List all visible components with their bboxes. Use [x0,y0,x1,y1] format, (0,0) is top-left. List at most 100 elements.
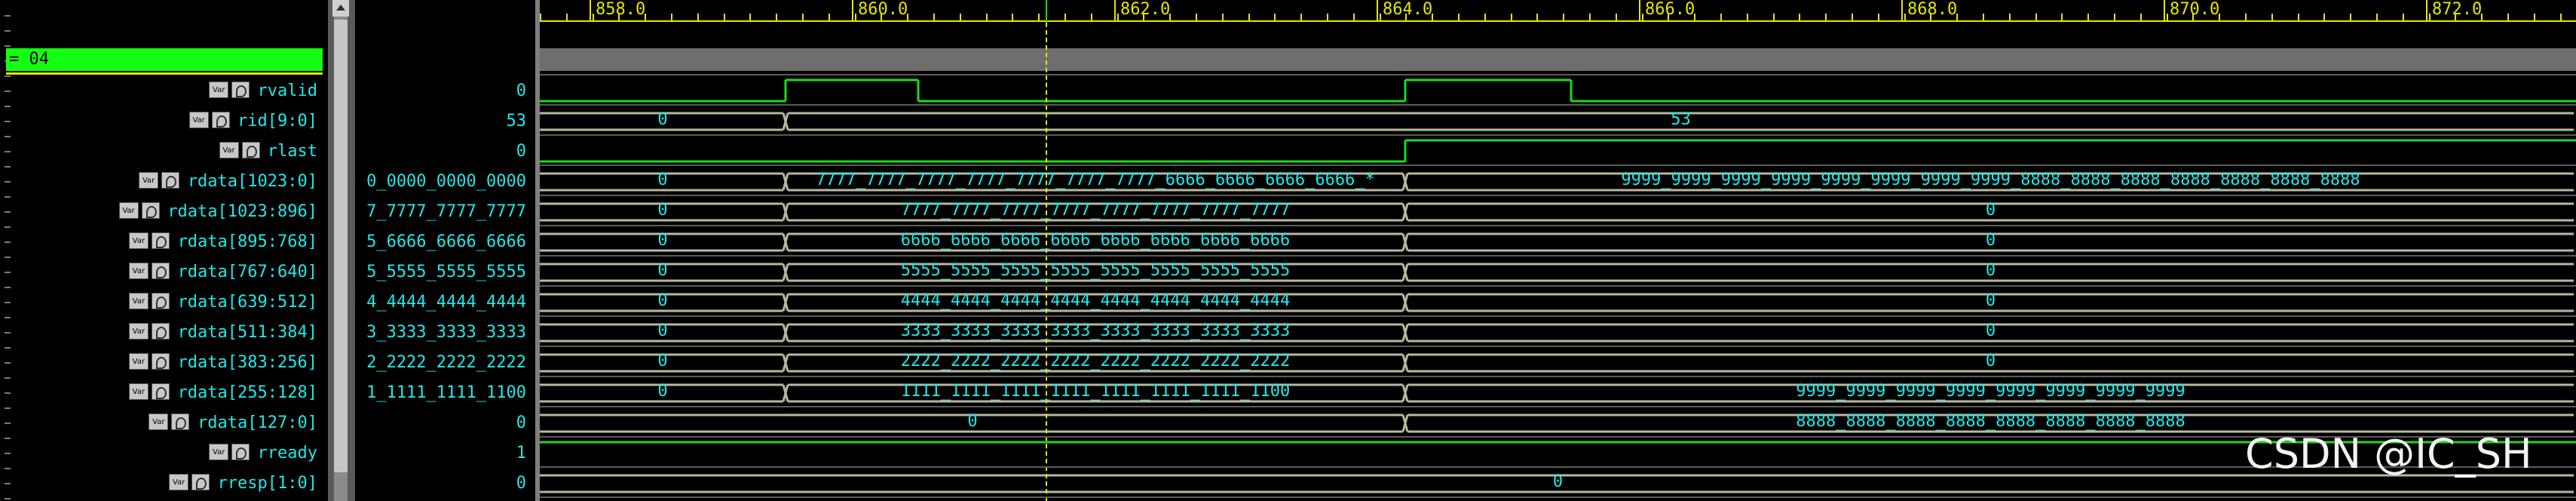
signal-icons: Var [219,142,260,160]
row-tick [5,196,11,198]
signal-row[interactable]: rresp[1:0] Var [15,469,323,498]
row-tick [5,136,11,137]
scroll-thumb[interactable] [334,20,348,472]
row-tick [5,121,11,122]
bus-value-label: 0 [1985,201,1996,220]
bus-value-label: 8888_8888_8888_8888_8888_8888_8888_8888 [1796,412,2185,431]
signal-icons: Var [128,323,170,341]
waveform-type-icon[interactable] [151,293,170,309]
variable-icon[interactable]: Var [128,323,149,340]
bus-value-label: 0 [657,321,668,340]
waveform-type-icon[interactable] [171,413,190,430]
signal-row[interactable]: rlast Var [15,137,323,166]
variable-icon[interactable]: Var [118,202,139,219]
waveform-type-icon[interactable] [151,323,170,340]
variable-icon[interactable]: Var [128,293,149,309]
signal-name: rdata[1023:896] [167,202,317,221]
signal-row[interactable]: rdata[511:384] Var [15,318,323,347]
variable-icon[interactable]: Var [209,444,229,460]
group-header[interactable]: = 04 [6,48,323,71]
waveform-type-icon[interactable] [151,232,170,249]
row-tick [5,151,11,152]
signal-name: rlast [267,142,317,161]
signal-row[interactable]: rdata[127:0] Var [15,409,323,438]
row-tick [5,407,11,409]
variable-icon[interactable]: Var [169,474,188,490]
variable-icon[interactable]: Var [219,142,239,158]
waveform-type-icon[interactable] [151,353,170,370]
signal-value: 7_7777_7777_7777 [366,202,526,221]
row-tick [5,272,11,273]
signal-row[interactable]: rdata[639:512] Var [15,288,323,317]
signal-row[interactable]: rdata[1023:0] Var [15,168,323,196]
vertical-scrollbar[interactable] [328,0,355,501]
signal-row[interactable]: rdata[255:128] Var [15,379,323,407]
signal-row[interactable]: rready Var [15,439,323,468]
row-separator [540,255,2576,257]
signal-icons: Var [128,232,170,250]
row-separator [540,134,2576,136]
scroll-up-arrow-icon[interactable] [332,0,349,17]
bus-value-label: 0 [1985,261,1996,280]
variable-icon[interactable]: Var [128,232,149,249]
variable-icon[interactable]: Var [128,263,149,279]
signal-row[interactable]: rvalid Var [15,77,323,106]
signal-row[interactable]: rdata[767:640] Var [15,258,323,287]
signal-value: 1 [516,444,526,463]
waveform-type-icon[interactable] [191,474,210,490]
signal-icons: Var [209,81,250,100]
row-separator [540,315,2576,317]
bus-value-label: 0 [657,261,668,280]
bus-value-label: 0 [657,201,668,220]
waveform-pane[interactable]: 858.0 860.0 862.0 864.0 866.0 868.0 870.0 872.0… [540,0,2576,501]
signal-name: rresp[1:0] [217,474,317,493]
signal-row[interactable]: rdata[1023:896] Var [15,198,323,226]
waveform-type-icon[interactable] [231,81,250,98]
cursor-marker[interactable] [1046,0,1047,23]
waveform-type-icon[interactable] [151,383,170,400]
bus-value-label: 2222_2222_2222_2222_2222_2222_2222_2222 [900,352,1291,370]
row-separator [540,496,2576,498]
signal-row[interactable]: rdata[383:256] Var [15,349,323,377]
row-tick [5,106,11,107]
signal-value: 5_5555_5555_5555 [366,263,526,281]
signal-name: rready [257,444,317,463]
signal-value: 2_2222_2222_2222 [366,353,526,372]
signal-name: rdata[1023:0] [187,172,317,191]
bus-value-label: 0 [657,382,668,401]
waveform-type-icon[interactable] [161,172,180,189]
waveform-type-icon[interactable] [231,444,250,460]
row-tick [5,15,11,17]
signal-row[interactable]: rid[9:0] Var [15,107,323,136]
variable-icon[interactable]: Var [209,81,229,98]
bus-value-label: 0 [657,110,668,129]
row-tick [5,438,11,439]
signal-value: 1_1111_1111_1100 [366,383,526,402]
bus-value-label: 6666_6666_6666_6666_6666_6666_6666_6666 [900,231,1291,250]
waveform-type-icon[interactable] [241,142,260,158]
waveform-type-icon[interactable] [141,202,160,219]
variable-icon[interactable]: Var [139,172,159,189]
variable-icon[interactable]: Var [128,353,149,370]
waveform-type-icon[interactable] [151,263,170,279]
bus-value-label: 0 [967,412,978,431]
variable-icon[interactable]: Var [149,413,169,430]
variable-icon[interactable]: Var [128,383,149,400]
variable-icon[interactable]: Var [188,112,209,128]
bus-value-label: 4444_4444_4444_4444_4444_4444_4444_4444 [900,291,1291,310]
signal-name: rid[9:0] [237,112,317,131]
signal-icons: Var [128,383,170,401]
row-separator [540,285,2576,287]
bus-value-label: 3333_3333_3333_3333_3333_3333_3333_3333 [900,321,1291,340]
row-tick [5,211,11,213]
signal-name: rdata[383:256] [177,353,317,372]
bus-value-label: 53 [1671,110,1691,129]
signal-icons: Var [128,263,170,281]
row-tick [5,347,11,349]
waveform-type-icon[interactable] [211,112,230,128]
bus-value-label: 0 [657,171,668,189]
bus-value-label: 0 [1985,231,1996,250]
signal-value-pane: 0 53 0 0_0000_0000_0000 7_7777_7777_7777 5_66… [355,0,535,501]
row-tick [5,75,11,77]
signal-row[interactable]: rdata[895:768] Var [15,228,323,257]
